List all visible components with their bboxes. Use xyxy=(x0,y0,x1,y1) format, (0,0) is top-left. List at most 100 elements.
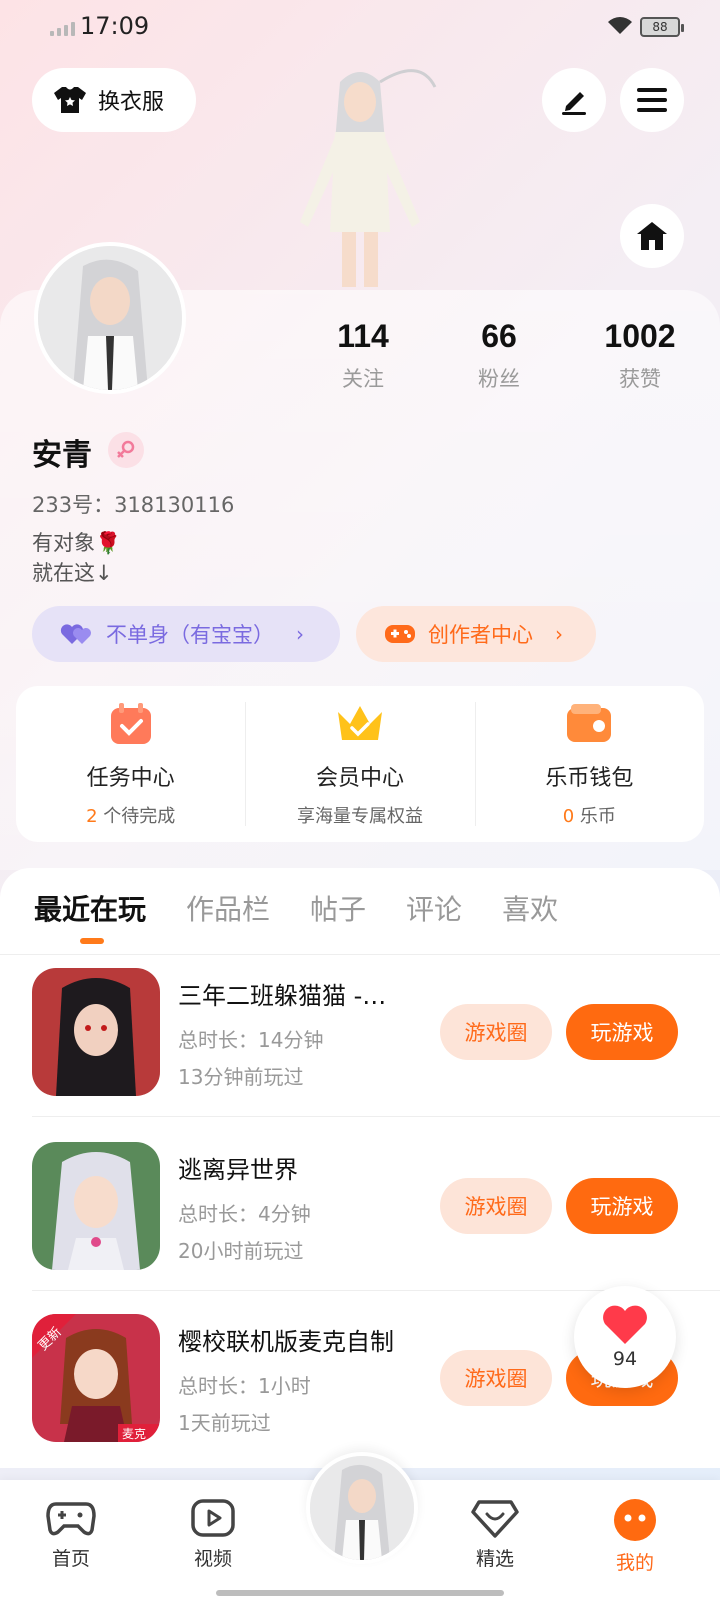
active-tab-indicator xyxy=(80,938,104,944)
service-title: 乐币钱包 xyxy=(545,766,634,791)
nav-featured[interactable]: 精选 xyxy=(450,1498,540,1571)
game-last-played: 13分钟前玩过 xyxy=(178,1065,304,1089)
avatar-3d-character xyxy=(300,69,437,287)
service-card: 任务中心 2 个待完成 会员中心 享海量专属权益 乐币钱包 0 乐币 xyxy=(16,686,704,842)
game-last-played: 1天前玩过 xyxy=(178,1411,271,1435)
stat-value: 1002 xyxy=(604,318,676,354)
game-icon[interactable] xyxy=(32,968,160,1096)
stat-value: 66 xyxy=(481,318,517,354)
floating-like-button[interactable]: 94 xyxy=(574,1286,676,1388)
user-id: 233号：318130116 xyxy=(32,493,235,517)
tab-works[interactable]: 作品栏 xyxy=(186,888,270,928)
chevron-right-icon: › xyxy=(296,622,304,646)
game-title: 三年二班躲猫猫 -… xyxy=(178,982,387,1010)
homepage-button[interactable] xyxy=(620,204,684,268)
bio-line: 有对象🌹 xyxy=(32,531,122,555)
avatar-image xyxy=(310,1456,414,1560)
home-indicator xyxy=(216,1590,504,1596)
tab-recently-played[interactable]: 最近在玩 xyxy=(34,888,146,928)
gamepad-icon xyxy=(46,1502,96,1536)
tab-comments[interactable]: 评论 xyxy=(406,888,462,928)
edit-button[interactable] xyxy=(542,68,606,132)
corner-label: 麦克 xyxy=(122,1427,146,1441)
heart-icon xyxy=(603,1305,647,1344)
game-title: 樱校联机版麦克自制 xyxy=(178,1328,394,1356)
crown-icon xyxy=(337,706,382,740)
wallet-icon xyxy=(567,704,612,742)
stat-value: 114 xyxy=(337,318,389,354)
stat-followers[interactable]: 66 粉丝 xyxy=(439,318,559,393)
relationship-status-label: 不单身（有宝宝） xyxy=(106,623,274,647)
avatar[interactable] xyxy=(34,242,186,394)
wifi-icon xyxy=(608,17,632,34)
hamburger-icon xyxy=(637,88,667,112)
avatar-image xyxy=(38,246,182,390)
tab-likes[interactable]: 喜欢 xyxy=(502,888,558,928)
calendar-check-icon xyxy=(110,703,151,744)
user-name: 安青 xyxy=(32,438,92,473)
change-outfit-label: 换衣服 xyxy=(98,90,165,115)
task-center[interactable]: 任务中心 2 个待完成 xyxy=(16,686,245,842)
stat-likes[interactable]: 1002 获赞 xyxy=(580,318,700,393)
game-circle-button[interactable]: 游戏圈 xyxy=(440,1178,552,1234)
vip-center[interactable]: 会员中心 享海量专属权益 xyxy=(245,686,474,842)
game-duration: 总时长：1小时 xyxy=(178,1374,311,1398)
nav-label: 视频 xyxy=(193,1548,232,1570)
service-title: 会员中心 xyxy=(315,766,404,791)
divider xyxy=(32,1116,720,1117)
gamepad-icon xyxy=(385,625,415,643)
service-subtitle: 0 乐币 xyxy=(562,806,616,827)
game-circle-button[interactable]: 游戏圈 xyxy=(440,1004,552,1060)
service-subtitle: 享海量专属权益 xyxy=(296,806,423,827)
game-duration: 总时长：14分钟 xyxy=(178,1028,324,1052)
nav-label: 我的 xyxy=(615,1552,654,1574)
signal-icon xyxy=(50,22,75,36)
house-icon xyxy=(637,222,667,250)
nav-profile[interactable]: 我的 xyxy=(590,1498,680,1575)
service-subtitle: 2 个待完成 xyxy=(86,806,176,827)
game-title: 逃离异世界 xyxy=(178,1156,298,1184)
status-bar: 17:09 88 xyxy=(0,0,720,56)
stat-label: 获赞 xyxy=(619,367,661,391)
stat-label: 粉丝 xyxy=(478,367,520,391)
video-icon xyxy=(191,1499,235,1537)
tab-posts[interactable]: 帖子 xyxy=(310,888,366,928)
menu-button[interactable] xyxy=(620,68,684,132)
creator-center-label: 创作者中心 xyxy=(428,623,533,647)
bio-line: 就在这↓ xyxy=(32,561,113,585)
nav-label: 首页 xyxy=(51,1548,90,1570)
tshirt-icon xyxy=(54,87,86,113)
heart-chat-icon xyxy=(471,1500,519,1538)
service-title: 任务中心 xyxy=(86,766,175,791)
creator-center-button[interactable]: 创作者中心 › xyxy=(356,606,596,662)
coin-wallet[interactable]: 乐币钱包 0 乐币 xyxy=(474,686,704,842)
game-row[interactable]: 逃离异世界 总时长：4分钟 20小时前玩过 游戏圈 玩游戏 xyxy=(32,1142,688,1274)
game-last-played: 20小时前玩过 xyxy=(178,1239,304,1263)
game-icon[interactable] xyxy=(32,1142,160,1270)
game-duration: 总时长：4分钟 xyxy=(178,1202,311,1226)
game-row[interactable]: 三年二班躲猫猫 -… 总时长：14分钟 13分钟前玩过 游戏圈 玩游戏 xyxy=(32,968,688,1100)
double-heart-icon xyxy=(60,624,91,644)
nav-center-avatar[interactable] xyxy=(306,1452,418,1564)
user-bio: 有对象🌹 就在这↓ xyxy=(32,528,121,588)
female-icon xyxy=(108,432,144,468)
play-game-button[interactable]: 玩游戏 xyxy=(566,1178,678,1234)
pencil-icon xyxy=(562,92,586,115)
status-time: 17:09 xyxy=(80,12,150,40)
game-icon[interactable]: 更新 麦克 xyxy=(32,1314,160,1442)
nav-video[interactable]: 视频 xyxy=(168,1498,258,1571)
content-tabs: 最近在玩 作品栏 帖子 评论 喜欢 xyxy=(34,888,558,928)
divider xyxy=(0,954,720,955)
play-game-button[interactable]: 玩游戏 xyxy=(566,1004,678,1060)
game-circle-button[interactable]: 游戏圈 xyxy=(440,1350,552,1406)
nav-home[interactable]: 首页 xyxy=(26,1498,116,1571)
chevron-right-icon: › xyxy=(555,622,563,646)
stat-label: 关注 xyxy=(342,367,384,391)
battery-icon: 88 xyxy=(640,17,684,37)
profile-face-icon xyxy=(614,1499,656,1541)
like-count: 94 xyxy=(612,1348,638,1370)
stat-following[interactable]: 114 关注 xyxy=(303,318,423,393)
change-outfit-button[interactable]: 换衣服 xyxy=(32,68,196,132)
relationship-status-button[interactable]: 不单身（有宝宝） › xyxy=(32,606,340,662)
nav-label: 精选 xyxy=(475,1548,514,1570)
